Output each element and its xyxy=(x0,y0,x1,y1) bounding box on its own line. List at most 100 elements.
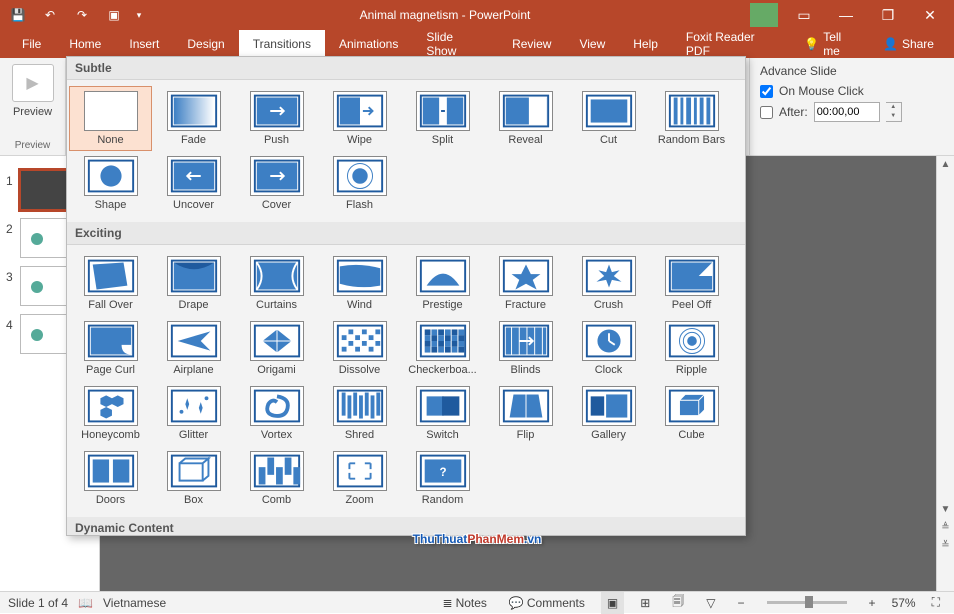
transition-wind[interactable]: Wind xyxy=(318,251,401,316)
transition-comb[interactable]: Comb xyxy=(235,446,318,511)
transition-zoom[interactable]: Zoom xyxy=(318,446,401,511)
qat-customize[interactable]: ▾ xyxy=(132,3,146,27)
transition-cube[interactable]: Cube xyxy=(650,381,733,446)
transition-gallery[interactable]: Gallery xyxy=(567,381,650,446)
gallery-icon xyxy=(582,386,636,426)
share-button[interactable]: 👤Share xyxy=(871,30,946,58)
transition-drape[interactable]: Drape xyxy=(152,251,235,316)
transition-airplane[interactable]: Airplane xyxy=(152,316,235,381)
transition-uncover[interactable]: Uncover xyxy=(152,151,235,216)
after-time-input[interactable] xyxy=(814,102,880,122)
language-indicator[interactable]: Vietnamese xyxy=(103,596,166,610)
slideshow-button[interactable]: ▽ xyxy=(700,592,721,614)
reading-view-button[interactable]: 🗐 xyxy=(666,592,690,614)
transition-flip[interactable]: Flip xyxy=(484,381,567,446)
curtains-icon xyxy=(250,256,304,296)
comments-button[interactable]: 💬 Comments xyxy=(503,592,591,614)
transition-peel-off[interactable]: Peel Off xyxy=(650,251,733,316)
slide-counter[interactable]: Slide 1 of 4 xyxy=(8,596,68,610)
transition-ripple[interactable]: Ripple xyxy=(650,316,733,381)
tab-design[interactable]: Design xyxy=(173,30,238,58)
spell-check-icon[interactable]: 📖 xyxy=(78,596,93,610)
close-button[interactable]: ✕ xyxy=(910,3,950,27)
next-slide-button[interactable]: ≚ xyxy=(937,537,954,555)
scroll-down[interactable]: ▼ xyxy=(937,501,954,519)
zoom-out[interactable]: − xyxy=(732,592,751,614)
tab-view[interactable]: View xyxy=(565,30,619,58)
transition-cover[interactable]: Cover xyxy=(235,151,318,216)
gallery-category-body: NoneFadePushWipeSplitRevealCutRandom Bar… xyxy=(67,80,745,222)
transition-origami[interactable]: Origami xyxy=(235,316,318,381)
transition-blinds[interactable]: Blinds xyxy=(484,316,567,381)
transition-box[interactable]: Box xyxy=(152,446,235,511)
transition-fall-over[interactable]: Fall Over xyxy=(69,251,152,316)
transition-switch[interactable]: Switch xyxy=(401,381,484,446)
transition-shred[interactable]: Shred xyxy=(318,381,401,446)
transition-label: Fade xyxy=(154,134,234,146)
after-time-spinner[interactable]: ▲▼ xyxy=(886,102,902,122)
transition-clock[interactable]: Clock xyxy=(567,316,650,381)
transition-fracture[interactable]: Fracture xyxy=(484,251,567,316)
user-avatar[interactable] xyxy=(750,3,778,27)
tab-insert[interactable]: Insert xyxy=(115,30,173,58)
doors-icon xyxy=(84,451,138,491)
transition-page-curl[interactable]: Page Curl xyxy=(69,316,152,381)
preview-button[interactable]: ▶ xyxy=(12,64,54,102)
transition-wipe[interactable]: Wipe xyxy=(318,86,401,151)
vertical-scrollbar[interactable]: ▲ ▼ ≜ ≚ xyxy=(936,156,954,591)
ribbon-display-options[interactable]: ▭ xyxy=(784,3,824,27)
transition-reveal[interactable]: Reveal xyxy=(484,86,567,151)
slide-sorter-button[interactable]: ⊞ xyxy=(634,592,656,614)
transition-split[interactable]: Split xyxy=(401,86,484,151)
transition-crush[interactable]: Crush xyxy=(567,251,650,316)
transition-prestige[interactable]: Prestige xyxy=(401,251,484,316)
tell-me-button[interactable]: 💡Tell me xyxy=(792,30,871,58)
transition-honeycomb[interactable]: Honeycomb xyxy=(69,381,152,446)
tab-home[interactable]: Home xyxy=(55,30,115,58)
zoom-slider[interactable] xyxy=(767,601,847,604)
transition-label: Box xyxy=(154,494,234,506)
tab-file[interactable]: File xyxy=(8,30,55,58)
start-slideshow-button[interactable]: ▣ xyxy=(100,3,128,27)
fit-to-window[interactable]: ⛶ xyxy=(926,592,946,614)
transition-none[interactable]: None xyxy=(69,86,152,151)
transition-cut[interactable]: Cut xyxy=(567,86,650,151)
zoom-in[interactable]: + xyxy=(863,592,882,614)
transition-glitter[interactable]: Glitter xyxy=(152,381,235,446)
tab-transitions[interactable]: Transitions xyxy=(239,30,325,58)
save-button[interactable]: 💾 xyxy=(4,3,32,27)
transition-curtains[interactable]: Curtains xyxy=(235,251,318,316)
preview-button-label: Preview xyxy=(13,106,52,118)
transition-checkerboard[interactable]: Checkerboa... xyxy=(401,316,484,381)
scroll-up[interactable]: ▲ xyxy=(937,156,954,174)
zoom-level[interactable]: 57% xyxy=(892,596,916,610)
normal-view-button[interactable]: ▣ xyxy=(601,592,624,614)
transition-shape[interactable]: Shape xyxy=(69,151,152,216)
tab-review[interactable]: Review xyxy=(498,30,565,58)
transition-doors[interactable]: Doors xyxy=(69,446,152,511)
transition-flash[interactable]: Flash xyxy=(318,151,401,216)
transition-vortex[interactable]: Vortex xyxy=(235,381,318,446)
minimize-button[interactable]: — xyxy=(826,3,866,27)
transition-label: Cover xyxy=(237,199,317,211)
transition-dissolve[interactable]: Dissolve xyxy=(318,316,401,381)
on-mouse-click-checkbox[interactable] xyxy=(760,85,773,98)
transition-fade[interactable]: Fade xyxy=(152,86,235,151)
flip-icon xyxy=(499,386,553,426)
transition-random-bars[interactable]: Random Bars xyxy=(650,86,733,151)
transition-random[interactable]: ?Random xyxy=(401,446,484,511)
prev-slide-button[interactable]: ≜ xyxy=(937,519,954,537)
notes-button[interactable]: ≣ Notes xyxy=(437,592,493,614)
redo-button[interactable]: ↷ xyxy=(68,3,96,27)
after-checkbox[interactable] xyxy=(760,106,773,119)
tab-slide-show[interactable]: Slide Show xyxy=(412,30,498,58)
transition-push[interactable]: Push xyxy=(235,86,318,151)
glitter-icon xyxy=(167,386,221,426)
transition-label: Clock xyxy=(569,364,649,376)
tab-animations[interactable]: Animations xyxy=(325,30,412,58)
tab-help[interactable]: Help xyxy=(619,30,672,58)
split-icon xyxy=(416,91,470,131)
undo-button[interactable]: ↶ xyxy=(36,3,64,27)
tab-foxit-reader-pdf[interactable]: Foxit Reader PDF xyxy=(672,30,792,58)
restore-button[interactable]: ❐ xyxy=(868,3,908,27)
